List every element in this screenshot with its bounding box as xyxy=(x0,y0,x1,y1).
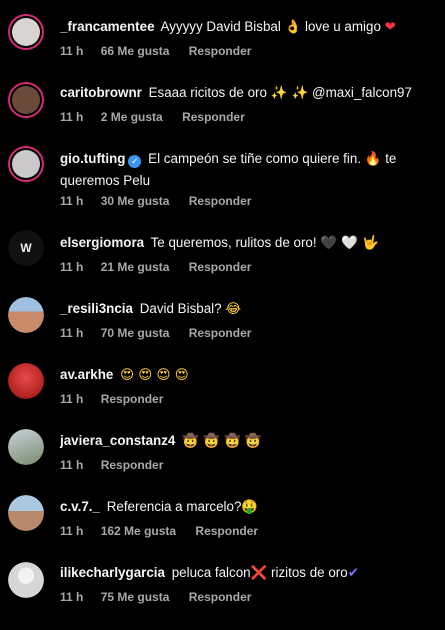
avatar[interactable] xyxy=(8,82,44,118)
reply-button[interactable]: Responder xyxy=(189,44,252,58)
comment-list: _francamentee Ayyyyy David Bisbal 👌 love… xyxy=(0,0,445,630)
avatar-image: W xyxy=(8,230,44,266)
check-mark-emoji: ✔ xyxy=(347,566,359,581)
comment-body: Te queremos, rulitos de oro! xyxy=(150,235,321,250)
reply-button[interactable]: Responder xyxy=(189,260,252,274)
avatar-image xyxy=(12,150,40,178)
likes-count[interactable]: 21 Me gusta xyxy=(101,260,170,274)
timestamp[interactable]: 11 h xyxy=(60,260,83,274)
timestamp[interactable]: 11 h xyxy=(60,44,83,58)
timestamp[interactable]: 11 h xyxy=(60,110,83,124)
comment-text: _francamentee Ayyyyy David Bisbal 👌 love… xyxy=(60,16,433,38)
username[interactable]: gio.tufting xyxy=(60,151,125,166)
heart-emoji: ❤ xyxy=(384,20,396,35)
comment-meta: 11 h 66 Me gusta Responder xyxy=(60,44,267,58)
username[interactable]: elsergiomora xyxy=(60,235,144,250)
verified-badge-icon: ✓ xyxy=(128,155,142,168)
username[interactable]: c.v.7._ xyxy=(60,499,100,514)
ok-hand-emoji: 👌 xyxy=(284,20,302,35)
comment-meta: 11 h Responder xyxy=(60,392,179,406)
likes-count[interactable]: 66 Me gusta xyxy=(101,44,170,58)
likes-count[interactable]: 162 Me gusta xyxy=(101,524,176,538)
avatar-image xyxy=(8,495,44,531)
comment-text: c.v.7._ Referencia a marcelo?🤑 xyxy=(60,496,433,518)
cross-mark-emoji: ❌ xyxy=(250,566,268,581)
likes-count[interactable]: 75 Me gusta xyxy=(101,590,170,604)
avatar[interactable] xyxy=(8,495,44,531)
comment-body: Referencia a marcelo? xyxy=(106,499,242,514)
comment-body-2: rizitos de oro xyxy=(267,565,348,580)
reply-button[interactable]: Responder xyxy=(189,590,252,604)
fire-emoji: 🔥 xyxy=(364,152,382,167)
timestamp[interactable]: 11 h xyxy=(60,524,83,538)
reply-button[interactable]: Responder xyxy=(182,110,245,124)
comment-meta: 11 h Responder xyxy=(60,458,179,472)
avatar-image xyxy=(8,429,44,465)
avatar-image xyxy=(8,363,44,399)
comment-meta: 11 h 2 Me gusta Responder xyxy=(60,110,261,124)
username[interactable]: av.arkhe xyxy=(60,367,113,382)
hearts-emoji: 🖤 🤍 🤟 xyxy=(320,236,379,251)
avatar-image xyxy=(8,297,44,333)
timestamp[interactable]: 11 h xyxy=(60,458,83,472)
sparkles-emoji: ✨ ✨ xyxy=(270,86,309,101)
comment-body: peluca falcon xyxy=(171,565,251,580)
avatar[interactable] xyxy=(8,429,44,465)
comment-meta: 11 h 162 Me gusta Responder xyxy=(60,524,274,538)
comment-body: Esaaa ricitos de oro xyxy=(148,85,271,100)
comment-text: ilikecharlygarcia peluca falcon❌ rizitos… xyxy=(60,562,433,584)
laughing-emoji: 😂 xyxy=(225,302,241,317)
cowboy-emoji: 🤠 🤠 🤠 🤠 xyxy=(182,434,262,449)
avatar-image xyxy=(12,86,40,114)
comment-body: El campeón se tiñe como quiere fin. xyxy=(148,151,365,166)
comment-body-2: love u amigo xyxy=(301,19,385,34)
mention-link[interactable]: @maxi_falcon97 xyxy=(312,85,412,100)
avatar-image xyxy=(8,562,44,598)
comment-text: elsergiomora Te queremos, rulitos de oro… xyxy=(60,232,433,254)
comment-meta: 11 h 30 Me gusta Responder xyxy=(60,194,267,208)
timestamp[interactable]: 11 h xyxy=(60,194,83,208)
comment-text: gio.tufting ✓ El campeón se tiñe como qui… xyxy=(60,148,433,191)
likes-count[interactable]: 30 Me gusta xyxy=(101,194,170,208)
avatar[interactable] xyxy=(8,363,44,399)
avatar[interactable] xyxy=(8,146,44,182)
avatar[interactable] xyxy=(8,562,44,598)
comment-text: caritobrownr Esaaa ricitos de oro ✨ ✨ @m… xyxy=(60,82,433,104)
username[interactable]: _francamentee xyxy=(60,19,155,34)
comment-text: av.arkhe 😍 😍 😍 😍 xyxy=(60,364,433,386)
money-mouth-emoji: 🤑 xyxy=(241,500,259,515)
comment-text: javiera_constanz4 🤠 🤠 🤠 🤠 xyxy=(60,430,433,452)
comment-text: _resili3ncia David Bisbal? 😂 xyxy=(60,298,433,320)
comment-body: David Bisbal? xyxy=(139,301,226,316)
reply-button[interactable]: Responder xyxy=(101,392,164,406)
avatar[interactable]: W xyxy=(8,230,44,266)
heart-eyes-emoji: 😍 😍 😍 😍 xyxy=(120,368,189,383)
avatar[interactable] xyxy=(8,297,44,333)
reply-button[interactable]: Responder xyxy=(189,194,252,208)
comment-meta: 11 h 21 Me gusta Responder xyxy=(60,260,267,274)
avatar-image xyxy=(12,18,40,46)
reply-button[interactable]: Responder xyxy=(189,326,252,340)
comment-meta: 11 h 75 Me gusta Responder xyxy=(60,590,267,604)
timestamp[interactable]: 11 h xyxy=(60,326,83,340)
likes-count[interactable]: 2 Me gusta xyxy=(101,110,163,124)
comment-body: Ayyyyy David Bisbal xyxy=(160,19,285,34)
timestamp[interactable]: 11 h xyxy=(60,590,83,604)
username[interactable]: _resili3ncia xyxy=(60,301,133,316)
comment-meta: 11 h 70 Me gusta Responder xyxy=(60,326,267,340)
reply-button[interactable]: Responder xyxy=(101,458,164,472)
username[interactable]: caritobrownr xyxy=(60,85,142,100)
reply-button[interactable]: Responder xyxy=(195,524,258,538)
timestamp[interactable]: 11 h xyxy=(60,392,83,406)
username[interactable]: javiera_constanz4 xyxy=(60,433,175,448)
username[interactable]: ilikecharlygarcia xyxy=(60,565,165,580)
avatar[interactable] xyxy=(8,14,44,50)
likes-count[interactable]: 70 Me gusta xyxy=(101,326,170,340)
